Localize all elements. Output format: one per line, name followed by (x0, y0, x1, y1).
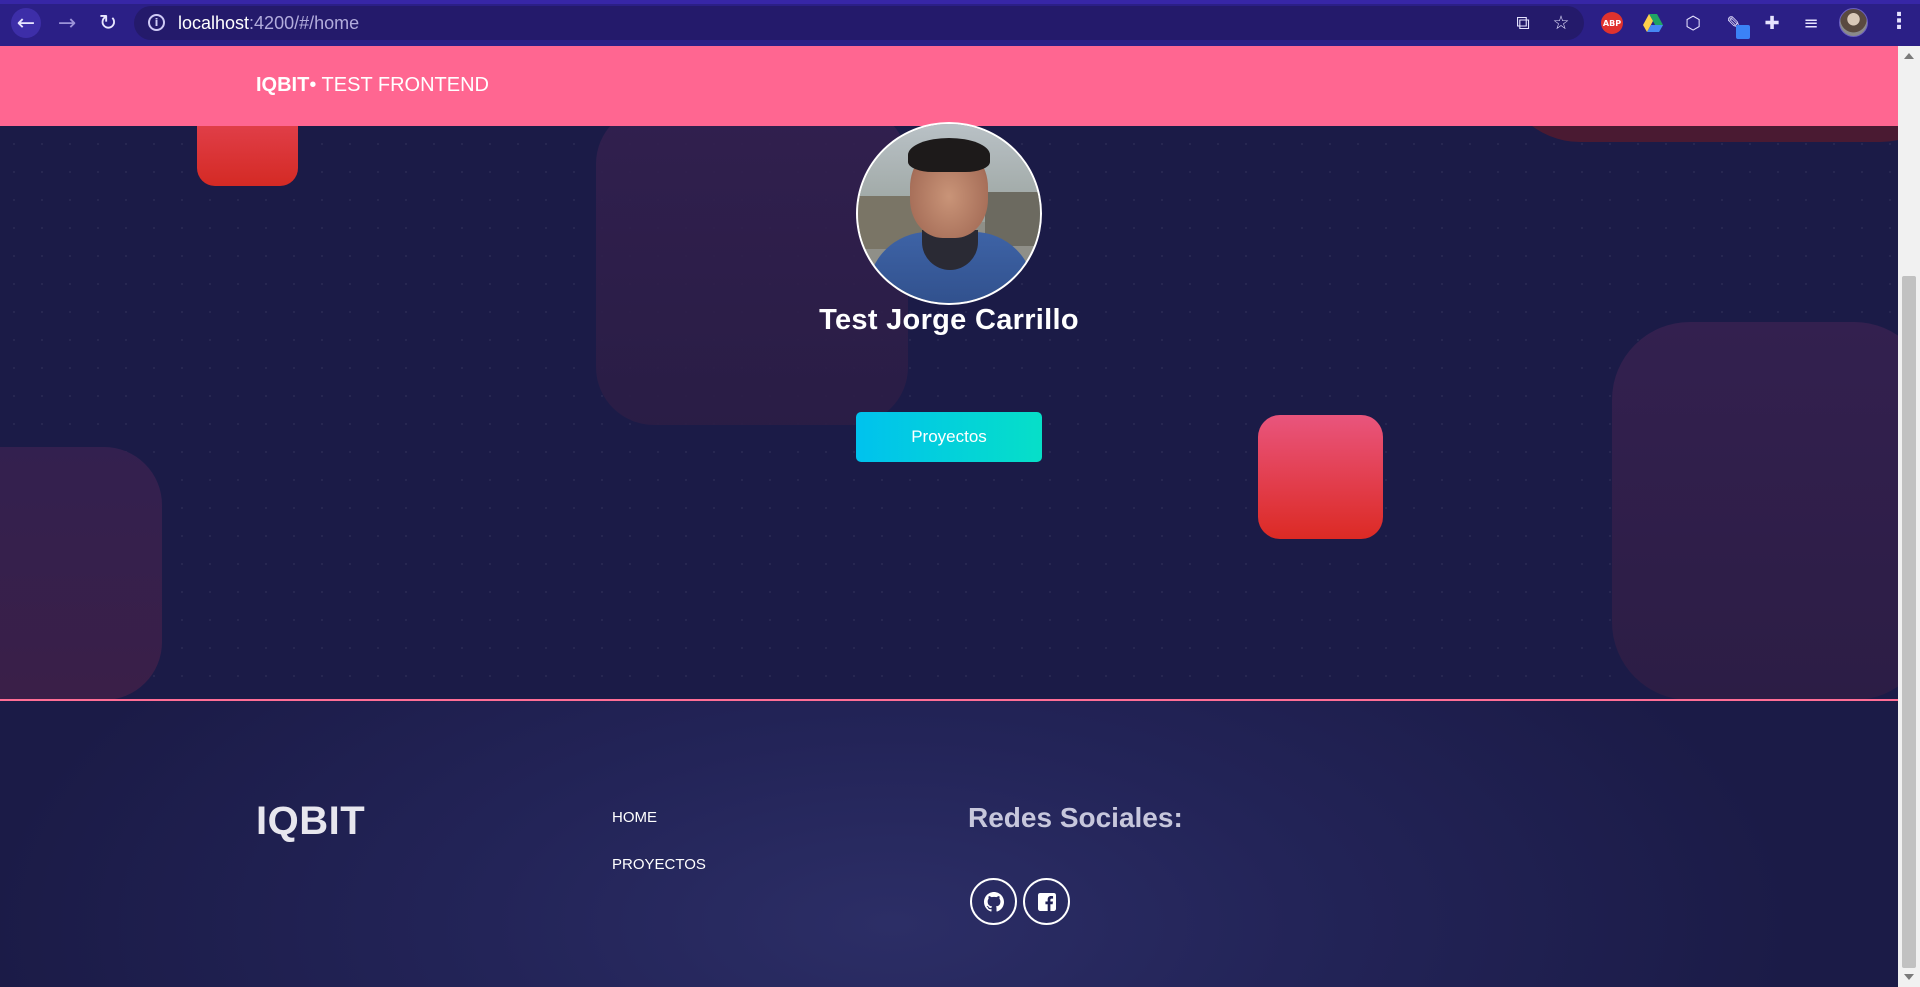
brand-name: IQBIT (256, 74, 310, 96)
brand-subtitle: • TEST FRONTEND (309, 74, 489, 96)
url-text[interactable]: localhost:4200/#/home (178, 13, 359, 34)
bookmark-star-icon[interactable]: ☆ (1550, 12, 1572, 34)
profile-name: Test Jorge Carrillo (819, 304, 1079, 336)
adblock-label: ABP (1602, 18, 1622, 28)
google-drive-extension-icon[interactable] (1641, 11, 1665, 35)
translate-icon[interactable]: ⧉ (1512, 12, 1534, 34)
arrow-right-icon: → (57, 10, 77, 36)
footer-link-projects[interactable]: PROYECTOS (612, 856, 706, 873)
browser-menu-icon[interactable]: ⋮ (1888, 10, 1910, 34)
extensions-puzzle-icon[interactable]: ✚ (1760, 11, 1784, 35)
footer-link-home[interactable]: HOME (612, 809, 657, 826)
navbar-brand[interactable]: IQBIT• TEST FRONTEND (256, 74, 489, 97)
footer-logo: IQBIT (256, 799, 366, 843)
browser-top-strip (0, 0, 1920, 4)
forward-button[interactable]: → (51, 9, 83, 37)
reload-icon: ↻ (98, 10, 118, 36)
extension-badge (1736, 25, 1750, 39)
social-title: Redes Sociales: (968, 802, 1183, 833)
arrow-left-icon: ← (16, 10, 36, 36)
github-icon (983, 891, 1004, 912)
profile-avatar-icon[interactable] (1839, 8, 1868, 37)
url-host: localhost (178, 13, 250, 33)
url-path: :4200/#/home (249, 13, 360, 33)
footer: IQBIT HOME PROYECTOS Redes Sociales: (0, 701, 1898, 987)
address-bar[interactable]: i localhost:4200/#/home ⧉ ☆ (134, 6, 1584, 40)
reading-list-icon[interactable]: ≡ (1799, 11, 1823, 35)
scrollbar-thumb[interactable] (1902, 276, 1916, 968)
decorative-shape (1612, 322, 1898, 700)
extension-b-icon[interactable]: ⬡ (1681, 11, 1705, 35)
page-viewport: IQBIT• TEST FRONTEND Test Jorge Carrillo… (0, 46, 1898, 987)
scroll-up-arrow-icon[interactable] (1904, 53, 1914, 59)
photo-hair (908, 138, 990, 172)
adblock-extension-icon[interactable]: ABP (1601, 12, 1623, 34)
browser-toolbar: ← → ↻ i localhost:4200/#/home ⧉ ☆ ABP ⬡ … (0, 0, 1920, 46)
page-scrollbar[interactable] (1898, 46, 1920, 987)
scroll-down-arrow-icon[interactable] (1904, 974, 1914, 980)
facebook-icon (1037, 892, 1056, 911)
facebook-button[interactable] (1023, 878, 1070, 925)
decorative-shape (0, 447, 162, 700)
projects-button[interactable]: Proyectos (856, 412, 1042, 462)
reload-button[interactable]: ↻ (92, 9, 124, 37)
site-info-icon[interactable]: i (148, 14, 165, 31)
navbar: IQBIT• TEST FRONTEND (0, 46, 1898, 126)
back-button[interactable]: ← (11, 8, 41, 38)
github-button[interactable] (970, 878, 1017, 925)
decorative-shape (1258, 415, 1383, 539)
profile-photo (856, 122, 1042, 305)
